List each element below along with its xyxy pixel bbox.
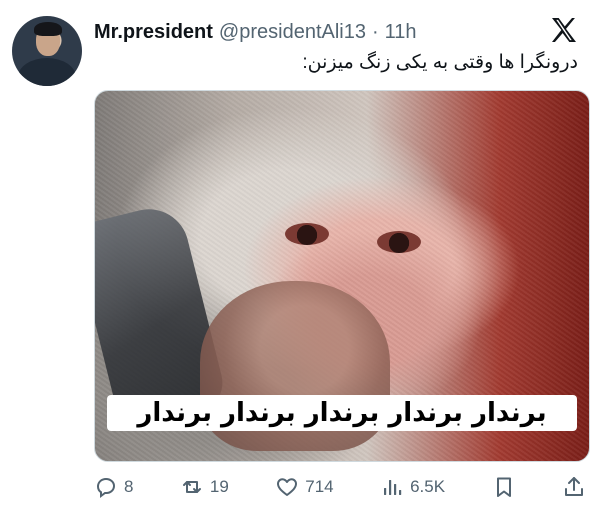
share-button[interactable] bbox=[562, 475, 586, 499]
bookmark-button[interactable] bbox=[492, 475, 516, 499]
tweet-media-image[interactable]: برندار برندار برندار برندار برندار bbox=[94, 90, 590, 462]
heart-icon bbox=[277, 478, 298, 496]
avatar-shoulders bbox=[18, 58, 76, 86]
image-eye-right bbox=[377, 231, 421, 253]
repost-count: 19 bbox=[209, 477, 229, 496]
image-caption: برندار برندار برندار برندار برندار bbox=[107, 395, 577, 431]
image-eye-left bbox=[285, 223, 329, 245]
reply-count: 8 bbox=[124, 477, 134, 496]
reply-icon bbox=[96, 477, 116, 498]
avatar-hair bbox=[34, 22, 62, 36]
views-button[interactable]: 6.5K bbox=[380, 475, 445, 499]
repost-button[interactable]: 19 bbox=[180, 475, 229, 499]
tweet-text: درونگرا ها وقتی به یکی زنگ میزنن: bbox=[302, 52, 578, 73]
tweet-header: Mr.president @presidentAli13 · 11h bbox=[94, 18, 588, 48]
user-handle[interactable]: @presidentAli13 bbox=[219, 18, 366, 46]
views-count: 6.5K bbox=[410, 477, 446, 496]
timestamp[interactable]: 11h bbox=[385, 18, 417, 46]
like-button[interactable]: 714 bbox=[275, 475, 334, 499]
display-name[interactable]: Mr.president bbox=[94, 18, 213, 46]
x-logo-icon[interactable] bbox=[548, 14, 580, 46]
avatar[interactable] bbox=[12, 16, 82, 86]
like-count: 714 bbox=[305, 477, 334, 496]
reply-button[interactable]: 8 bbox=[94, 475, 133, 499]
repost-icon bbox=[182, 481, 201, 493]
share-icon bbox=[564, 477, 583, 496]
action-bar: 8 19 714 6.5K bbox=[94, 470, 586, 504]
bookmark-icon bbox=[496, 477, 511, 497]
views-icon bbox=[384, 480, 402, 495]
separator-dot: · bbox=[371, 21, 379, 43]
